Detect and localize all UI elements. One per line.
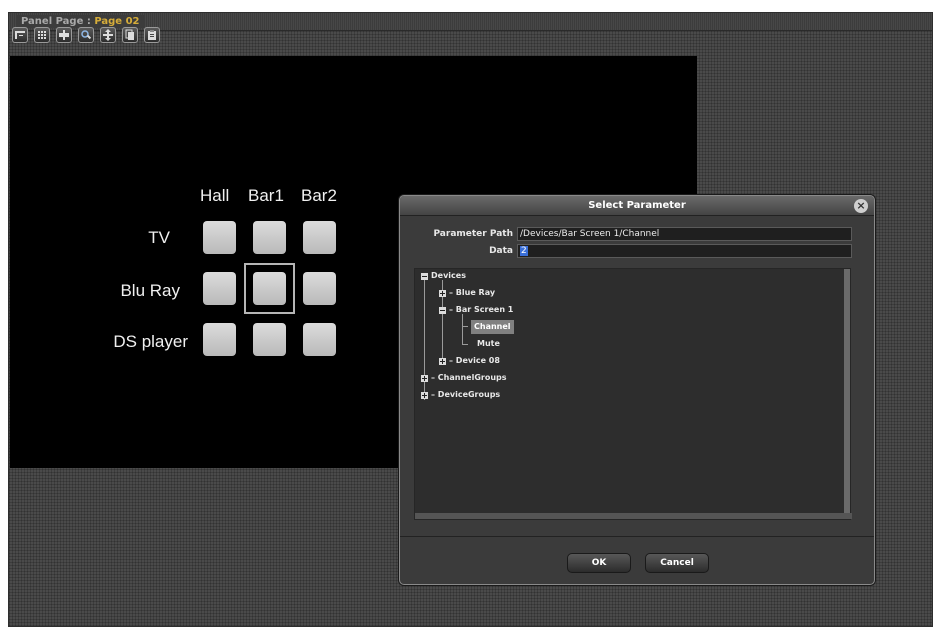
data-field[interactable]: 2 xyxy=(517,244,852,258)
zoom-x2-icon xyxy=(81,30,92,40)
tree-vertical-scrollbar[interactable] xyxy=(844,269,850,518)
parameter-path-field[interactable]: /Devices/Bar Screen 1/Channel xyxy=(517,227,852,241)
tree-label-channel: Channel xyxy=(471,320,514,334)
tree-text-device-08: Device 08 xyxy=(455,356,500,365)
copy-icon xyxy=(125,29,134,40)
matrix-button-tv-hall[interactable] xyxy=(203,221,236,254)
row-label-ds-player: DS player xyxy=(113,332,188,351)
matrix-button-bluray-bar1[interactable] xyxy=(253,272,286,305)
tree-text-devicegroups: DeviceGroups xyxy=(437,390,501,399)
expand-icon[interactable] xyxy=(439,358,446,365)
matrix-button-bluray-hall[interactable] xyxy=(203,272,236,305)
panel-title-prefix: Panel Page : xyxy=(21,16,91,27)
paste-button[interactable] xyxy=(144,27,160,43)
data-value: 2 xyxy=(520,246,528,256)
close-icon[interactable]: × xyxy=(854,199,868,213)
tree-horizontal-scrollbar[interactable] xyxy=(415,513,852,519)
properties-button[interactable] xyxy=(12,27,28,43)
tree-text-channelgroups: ChannelGroups xyxy=(437,373,507,382)
tree-label-blue-ray: – Blue Ray xyxy=(449,288,496,297)
matrix-button-bluray-bar2[interactable] xyxy=(303,272,336,305)
tree-label-devices: Devices xyxy=(431,271,466,280)
dialog-title: Select Parameter xyxy=(400,196,874,216)
collapse-icon[interactable] xyxy=(421,273,428,280)
tree-text-blue-ray: Blue Ray xyxy=(455,288,496,297)
collapse-icon[interactable] xyxy=(439,307,446,314)
move-icon xyxy=(103,29,113,41)
tree-label-mute: Mute xyxy=(477,339,500,348)
expand-icon[interactable] xyxy=(439,290,446,297)
expand-icon[interactable] xyxy=(421,375,428,382)
tree-line xyxy=(462,314,463,344)
parameter-tree: Devices – Blue Ray – Bar Screen 1 Channe… xyxy=(414,268,852,520)
parameter-path-label: Parameter Path xyxy=(433,229,513,239)
grid-icon xyxy=(38,31,46,39)
matrix-button-ds-bar1[interactable] xyxy=(253,323,286,356)
column-label-bar2: Bar2 xyxy=(301,186,337,205)
row-label-tv: TV xyxy=(148,228,170,247)
row-label-blu-ray: Blu Ray xyxy=(120,281,180,300)
zoom-x2-button[interactable] xyxy=(78,27,94,43)
tree-label-devicegroups: – DeviceGroups xyxy=(431,390,501,399)
paste-icon xyxy=(148,30,156,40)
properties-icon xyxy=(15,31,25,39)
expand-icon[interactable] xyxy=(421,392,428,399)
tree-label-bar-screen-1: – Bar Screen 1 xyxy=(449,305,514,314)
ok-button[interactable]: OK xyxy=(567,553,631,573)
align-icon xyxy=(59,30,69,40)
column-label-bar1: Bar1 xyxy=(248,186,284,205)
align-button[interactable] xyxy=(56,27,72,43)
copy-button[interactable] xyxy=(122,27,138,43)
matrix-button-ds-bar2[interactable] xyxy=(303,323,336,356)
matrix-button-tv-bar1[interactable] xyxy=(253,221,286,254)
tree-label-channelgroups: – ChannelGroups xyxy=(431,373,507,382)
grid-button[interactable] xyxy=(34,27,50,43)
select-parameter-dialog: Select Parameter × Parameter Path /Devic… xyxy=(399,195,875,585)
tree-line xyxy=(462,344,468,345)
move-button[interactable] xyxy=(100,27,116,43)
panel-page-name: Page 02 xyxy=(94,16,140,27)
tree-label-device-08: – Device 08 xyxy=(449,356,500,365)
dialog-separator xyxy=(400,536,874,537)
matrix-button-tv-bar2[interactable] xyxy=(303,221,336,254)
data-label: Data xyxy=(489,246,513,256)
tree-line xyxy=(462,326,468,327)
matrix-button-ds-hall[interactable] xyxy=(203,323,236,356)
tree-text-bar-screen-1: Bar Screen 1 xyxy=(455,305,514,314)
cancel-button[interactable]: Cancel xyxy=(645,553,709,573)
column-label-hall: Hall xyxy=(200,186,230,205)
tree-line xyxy=(424,280,425,400)
